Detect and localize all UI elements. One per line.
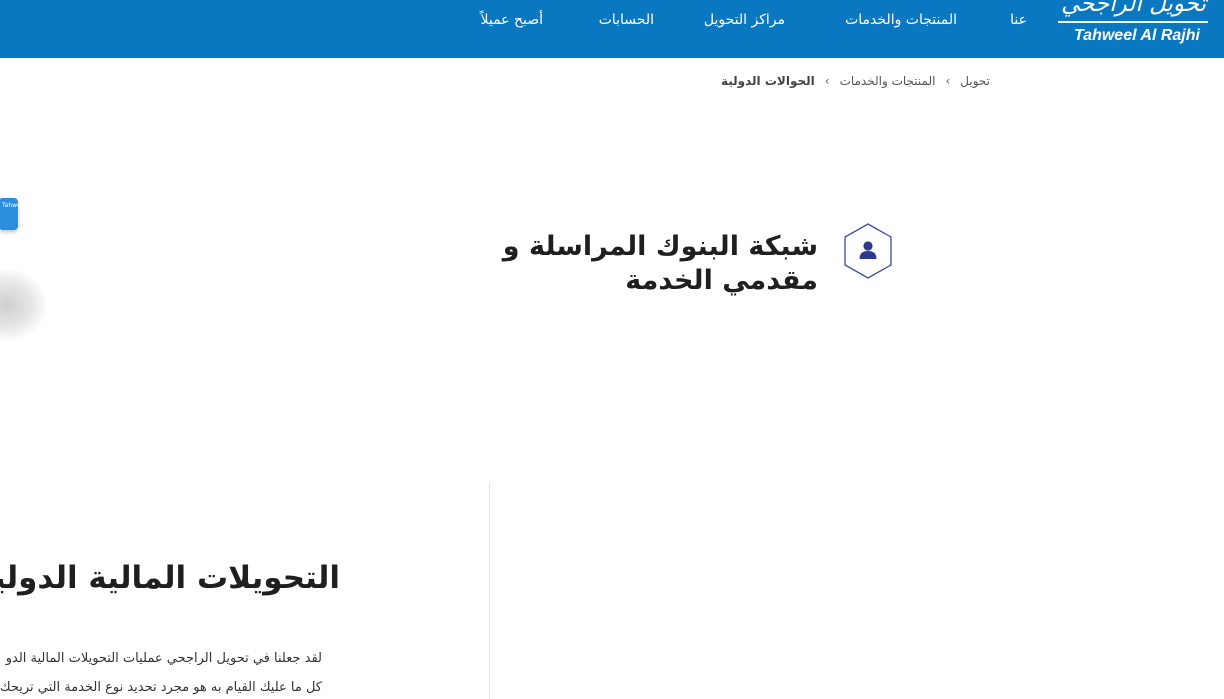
nav-transfer-centers[interactable]: مراكز التحويل <box>704 12 785 28</box>
top-navbar: تحويل الراجحي Tahweel Al Rajhi عنا المنت… <box>0 0 1224 58</box>
breadcrumb-current: الحوالات الدولية <box>720 74 815 88</box>
column-divider <box>489 482 490 699</box>
breadcrumb-separator-icon: › <box>945 74 951 88</box>
logo-english-text: Tahweel Al Rajhi <box>1074 27 1200 44</box>
logo-divider <box>1058 21 1208 23</box>
breadcrumb: تحويل › المنتجات والخدمات › الحوالات الد… <box>721 74 990 88</box>
breadcrumb-home[interactable]: تحويل <box>960 74 990 88</box>
card-image: Tahweel <box>0 198 26 230</box>
breadcrumb-separator-icon: › <box>824 74 830 88</box>
nav-accounts[interactable]: الحسابات <box>599 12 654 28</box>
logo-arabic-text: تحويل الراجحي <box>1061 0 1206 17</box>
breadcrumb-products[interactable]: المنتجات والخدمات <box>840 74 936 88</box>
intro-paragraph-line: كل ما عليك القيام به هو مجرد تحديد نوع ا… <box>0 680 322 695</box>
card-image-text: Tahweel <box>2 202 27 209</box>
user-hexagon-icon <box>843 223 893 279</box>
nav-products-services[interactable]: المنتجات والخدمات <box>845 12 957 28</box>
brand-logo[interactable]: تحويل الراجحي Tahweel Al Rajhi <box>1056 0 1216 50</box>
intro-paragraph-line: لقد جعلنا في تحويل الراجحي عمليات التحوي… <box>5 651 322 666</box>
international-transfers-title: التحويلات المالية الدولية <box>0 560 340 596</box>
nav-become-customer[interactable]: أصبح عميلاً <box>480 12 543 28</box>
blurred-image <box>0 270 46 340</box>
nav-about[interactable]: عنا <box>1010 12 1027 28</box>
section-title: شبكة البنوك المراسلة و مقدمي الخدمة <box>502 231 818 296</box>
